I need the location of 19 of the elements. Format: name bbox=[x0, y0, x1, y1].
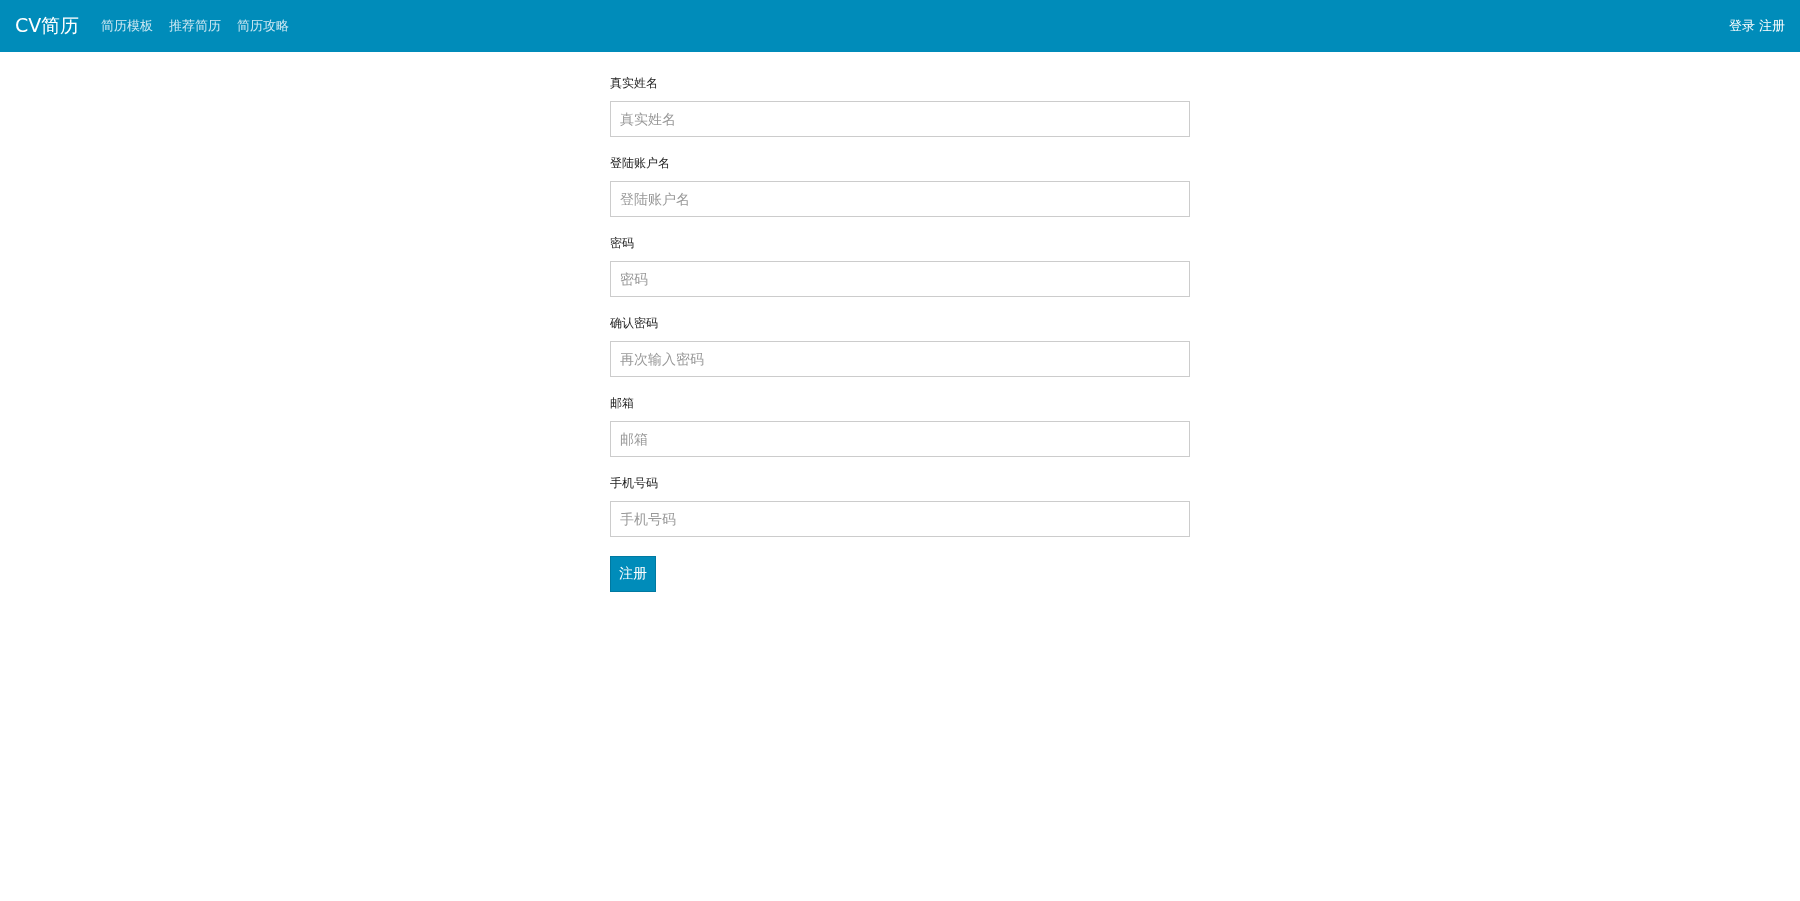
auth-link[interactable]: 登录 bbox=[1729, 17, 1755, 35]
input-field[interactable]: 手机号码 bbox=[610, 501, 1190, 537]
field-label: 真实姓名 bbox=[610, 75, 658, 92]
brand-link[interactable]: CV简历 bbox=[15, 13, 80, 39]
input-field[interactable]: 登陆账户名 bbox=[610, 181, 1190, 217]
nav-link[interactable]: 推荐简历 bbox=[169, 17, 222, 35]
field-label: 确认密码 bbox=[610, 315, 658, 332]
nav-link[interactable]: 简历模板 bbox=[101, 17, 154, 35]
auth-link[interactable]: 注册 bbox=[1759, 17, 1785, 35]
field-label: 登陆账户名 bbox=[610, 155, 670, 172]
register-button[interactable]: 注册 bbox=[610, 556, 656, 592]
input-field[interactable]: 真实姓名 bbox=[610, 101, 1190, 137]
input-field[interactable]: 再次输入密码 bbox=[610, 341, 1190, 377]
field-label: 邮箱 bbox=[610, 395, 634, 412]
field-label: 密码 bbox=[610, 235, 634, 252]
input-field[interactable]: 邮箱 bbox=[610, 421, 1190, 457]
field-label: 手机号码 bbox=[610, 475, 658, 492]
input-field[interactable]: 密码 bbox=[610, 261, 1190, 297]
nav-link[interactable]: 简历攻略 bbox=[237, 17, 290, 35]
